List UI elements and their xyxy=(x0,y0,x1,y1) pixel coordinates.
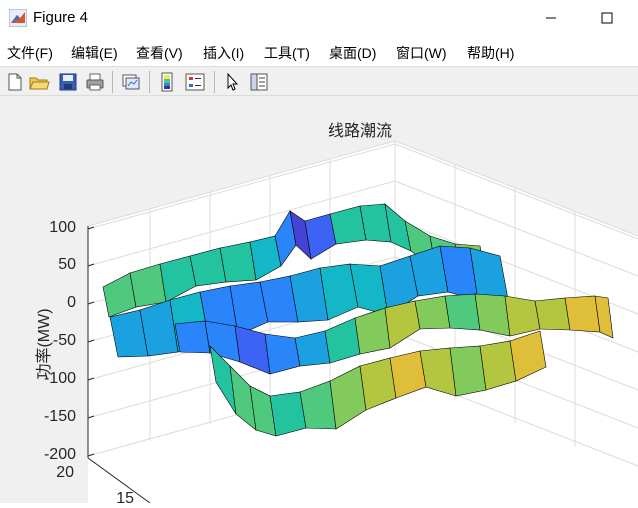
insert-colorbar-icon[interactable] xyxy=(157,71,179,93)
z-tick-label: -150 xyxy=(43,408,76,425)
toolbar-separator xyxy=(112,71,113,93)
plot-title: 线路潮流 xyxy=(327,121,392,140)
print-icon[interactable] xyxy=(84,71,106,93)
surface-face xyxy=(449,345,487,397)
window-title: Figure 4 xyxy=(33,9,89,26)
surface-face xyxy=(504,295,541,337)
z-tick-label: 100 xyxy=(49,219,76,236)
pointer-icon[interactable] xyxy=(222,71,244,93)
menu-bar: 文件(F) 编辑(E) 查看(V) 插入(I) 工具(T) 桌面(D) 窗口(W… xyxy=(0,37,638,66)
surface-face xyxy=(414,295,451,330)
title-bar: Figure 4 xyxy=(0,0,638,37)
surface-face xyxy=(269,391,307,437)
surface-plot[interactable] xyxy=(0,96,638,503)
surface-face xyxy=(564,295,601,333)
surface-face xyxy=(174,320,211,354)
save-icon[interactable] xyxy=(57,71,79,93)
menu-desktop[interactable]: 桌面(D) xyxy=(329,43,376,63)
toolbar-separator xyxy=(214,71,215,93)
surface-face xyxy=(474,293,511,337)
surface-face xyxy=(444,293,481,331)
minimize-icon xyxy=(546,17,556,19)
menu-window[interactable]: 窗口(W) xyxy=(396,43,447,63)
minimize-button[interactable] xyxy=(528,4,574,32)
maximize-icon xyxy=(601,12,613,24)
menu-view[interactable]: 查看(V) xyxy=(136,43,183,63)
property-editor-icon[interactable] xyxy=(248,71,270,93)
open-file-icon[interactable] xyxy=(28,71,50,93)
new-figure-icon[interactable] xyxy=(4,71,26,93)
figure-toolbar xyxy=(0,66,638,96)
menu-insert[interactable]: 插入(I) xyxy=(203,43,244,63)
menu-file[interactable]: 文件(F) xyxy=(7,43,53,63)
menu-help[interactable]: 帮助(H) xyxy=(467,43,514,63)
toolbar-separator xyxy=(149,71,150,93)
z-axis-label: 功率(MW) xyxy=(36,308,53,380)
y-tick-label: 20 xyxy=(56,464,74,481)
z-tick-label: -200 xyxy=(43,446,76,463)
menu-tools[interactable]: 工具(T) xyxy=(264,43,310,63)
surface-face xyxy=(534,297,571,331)
menu-edit[interactable]: 编辑(E) xyxy=(71,43,118,63)
insert-legend-icon[interactable] xyxy=(184,71,206,93)
link-plot-icon[interactable] xyxy=(120,71,142,93)
surface-face xyxy=(479,340,517,391)
matlab-logo-icon xyxy=(9,9,27,27)
maximize-button[interactable] xyxy=(584,4,630,32)
y-tick-label: 15 xyxy=(116,490,134,507)
surface-face xyxy=(219,241,257,283)
z-tick-label: 50 xyxy=(58,256,76,273)
